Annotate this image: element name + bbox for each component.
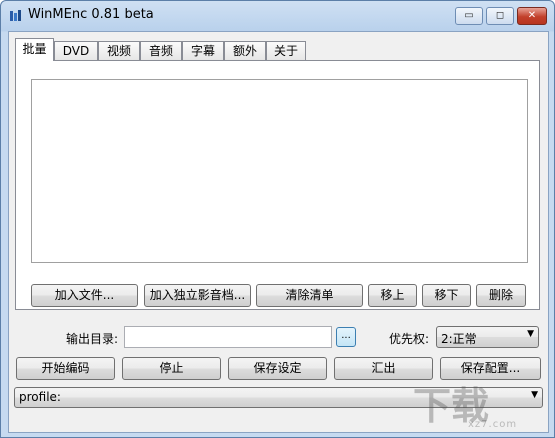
maximize-icon: ◻ — [495, 10, 505, 21]
chevron-down-icon: ▼ — [527, 329, 534, 339]
window-title: WinMEnc 0.81 beta — [28, 7, 154, 22]
title-bar[interactable]: WinMEnc 0.81 beta ▭ ◻ ✕ — [1, 1, 554, 31]
browse-button[interactable]: ... — [336, 327, 356, 347]
priority-value: 2:正常 — [441, 332, 477, 346]
tab-audio[interactable]: 音频 — [140, 41, 182, 60]
tab-video[interactable]: 视频 — [98, 41, 140, 60]
file-list[interactable] — [31, 79, 528, 263]
output-dir-input[interactable] — [124, 326, 332, 348]
main-window: WinMEnc 0.81 beta ▭ ◻ ✕ 批量 DVD 视频 音频 字幕 … — [0, 0, 555, 438]
priority-label: 优先权: — [389, 332, 430, 346]
priority-select[interactable]: 2:正常 ▼ — [436, 326, 539, 348]
clear-list-button[interactable]: 清除清单 — [256, 284, 363, 307]
move-down-button[interactable]: 移下 — [422, 284, 471, 307]
minimize-icon: ▭ — [464, 10, 474, 21]
chevron-down-icon: ▼ — [531, 390, 538, 400]
add-file-button[interactable]: 加入文件... — [31, 284, 138, 307]
tab-batch[interactable]: 批量 — [15, 38, 54, 61]
maximize-button[interactable]: ◻ — [486, 7, 514, 25]
app-icon — [10, 10, 21, 21]
close-icon: ✕ — [527, 10, 537, 21]
profile-select[interactable]: profile: ▼ — [14, 387, 543, 408]
stop-button[interactable]: 停止 — [122, 357, 221, 380]
tab-dvd[interactable]: DVD — [54, 41, 98, 60]
save-settings-button[interactable]: 保存设定 — [228, 357, 327, 380]
output-dir-label: 输出目录: — [66, 332, 119, 346]
client-area: 批量 DVD 视频 音频 字幕 额外 关于 加入文件... 加入独立影音档...… — [8, 31, 549, 433]
add-separate-audio-button[interactable]: 加入独立影音档... — [144, 284, 251, 307]
tab-subtitle[interactable]: 字幕 — [182, 41, 224, 60]
minimize-button[interactable]: ▭ — [455, 7, 483, 25]
tab-extra[interactable]: 额外 — [224, 41, 266, 60]
save-config-button[interactable]: 保存配置... — [440, 357, 541, 380]
batch-panel: 加入文件... 加入独立影音档... 清除清单 移上 移下 删除 — [15, 60, 540, 310]
move-up-button[interactable]: 移上 — [368, 284, 417, 307]
tab-about[interactable]: 关于 — [266, 41, 306, 60]
profile-value: profile: — [19, 390, 61, 404]
start-encoding-button[interactable]: 开始编码 — [16, 357, 115, 380]
close-button[interactable]: ✕ — [517, 7, 547, 25]
export-button[interactable]: 汇出 — [334, 357, 433, 380]
delete-button[interactable]: 删除 — [476, 284, 526, 307]
